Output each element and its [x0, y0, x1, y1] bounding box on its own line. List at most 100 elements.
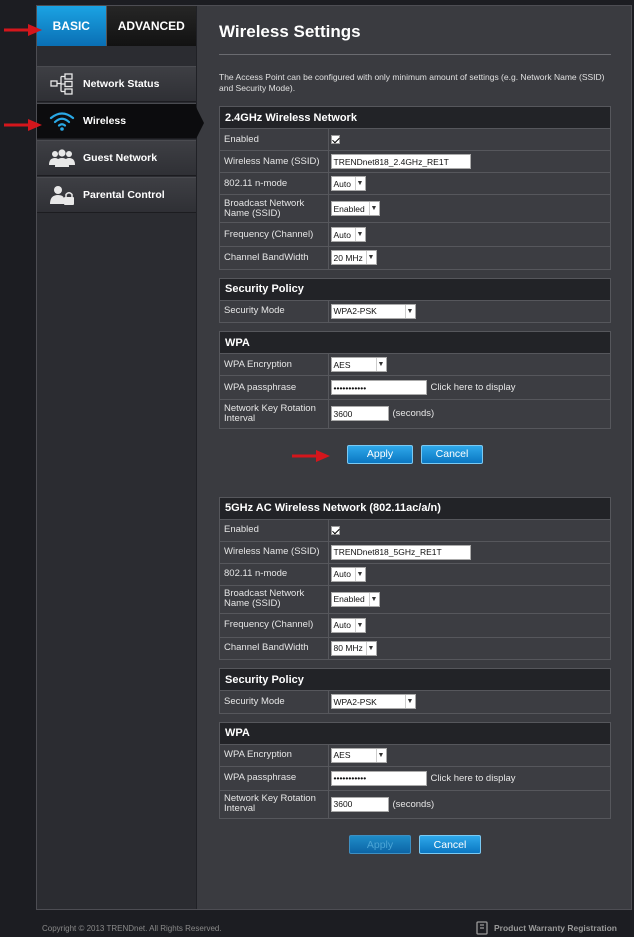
wpa-encryption-select[interactable]: AES ▼ — [330, 357, 387, 372]
sidebar-item-network-status[interactable]: Network Status — [37, 66, 196, 102]
key-rotation-label: Network Key Rotation Interval — [220, 399, 329, 428]
show-passphrase-link[interactable]: Click here to display — [431, 382, 516, 393]
chevron-down-icon: ▼ — [354, 228, 365, 241]
wifi-icon — [49, 110, 75, 132]
broadcast-select[interactable]: Enabled ▼ — [330, 201, 380, 216]
users-icon — [49, 147, 75, 169]
security-mode-select[interactable]: WPA2-PSK ▼ — [330, 303, 416, 319]
ssid-input[interactable]: TRENDnet818_2.4GHz_RE1T — [330, 154, 471, 169]
sidebar-item-label: Wireless — [83, 115, 127, 127]
select-value: Enabled — [333, 203, 365, 214]
main-content: Wireless Settings The Access Point can b… — [219, 6, 611, 854]
settings-table: Security Mode WPA2-PSK ▼ — [220, 690, 610, 713]
tab-advanced[interactable]: ADVANCED — [105, 6, 196, 46]
sidebar-item-label: Network Status — [83, 78, 160, 90]
select-value: Auto — [333, 229, 352, 240]
warranty-registration-link[interactable]: Product Warranty Registration — [476, 921, 617, 935]
settings-table: Enabled Wireless Name (SSID) TRENDnet818_… — [220, 128, 610, 269]
wpa-encryption-select[interactable]: AES ▼ — [330, 747, 387, 763]
select-value: WPA2-PSK — [333, 306, 377, 317]
ssid-input[interactable]: TRENDnet818_5GHz_RE1T — [330, 544, 471, 560]
warranty-icon — [476, 921, 488, 935]
copyright-text: Copyright © 2013 TRENDnet. All Rights Re… — [42, 924, 222, 933]
wpa-passphrase-label: WPA passphrase — [220, 375, 329, 400]
panel-wpa-24: WPA WPA Encryption AES ▼ WPA passphrase •••… — [219, 331, 611, 429]
title-divider — [219, 54, 611, 55]
annotation-arrow-icon — [4, 119, 42, 131]
wpa-passphrase-input[interactable]: ••••••••••• — [330, 380, 427, 395]
bandwidth-label: Channel BandWidth — [220, 246, 329, 269]
wpa-encryption-label: WPA Encryption — [220, 743, 329, 766]
n-mode-label: 802.11 n-mode — [220, 562, 329, 585]
key-rotation-input[interactable]: 3600 — [330, 796, 389, 812]
bandwidth-label: Channel BandWidth — [220, 636, 329, 659]
bandwidth-select[interactable]: 20 MHz ▼ — [330, 250, 377, 266]
select-value: Auto — [333, 569, 352, 579]
wpa-passphrase-input[interactable]: ••••••••••• — [330, 770, 427, 786]
settings-table: Enabled Wireless Name (SSID) TRENDnet818_… — [220, 518, 610, 659]
sidebar-item-guest-network[interactable]: Guest Network — [37, 140, 196, 176]
panel-header: WPA — [220, 722, 610, 744]
broadcast-label: Broadcast Network Name (SSID) — [220, 584, 329, 613]
select-value: Auto — [333, 178, 352, 189]
frequency-select[interactable]: Auto ▼ — [330, 227, 366, 242]
chevron-down-icon: ▼ — [368, 592, 379, 606]
warranty-label: Product Warranty Registration — [494, 923, 617, 933]
chevron-down-icon: ▼ — [375, 748, 386, 762]
n-mode-select[interactable]: Auto ▼ — [330, 176, 366, 191]
security-mode-label: Security Mode — [220, 299, 329, 322]
panel-security-policy-24: Security Policy Security Mode WPA2-PSK ▼ — [219, 277, 611, 323]
cancel-button-5[interactable]: Cancel — [419, 835, 481, 854]
select-value: 20 MHz — [333, 252, 363, 263]
sidebar-item-label: Guest Network — [83, 152, 158, 164]
select-value: AES — [333, 750, 351, 760]
sidebar: BASIC ADVANCED Network Status Wireless G… — [37, 6, 204, 909]
enabled-checkbox[interactable] — [330, 135, 340, 144]
enabled-label: Enabled — [220, 128, 329, 151]
select-value: WPA2-PSK — [333, 696, 377, 707]
chevron-down-icon: ▼ — [365, 641, 376, 655]
select-value: Enabled — [333, 594, 365, 604]
cancel-button-24[interactable]: Cancel — [421, 444, 483, 464]
apply-button-24[interactable]: Apply — [347, 444, 413, 464]
key-rotation-label: Network Key Rotation Interval — [220, 789, 329, 818]
select-value: 80 MHz — [333, 643, 363, 654]
intro-text: The Access Point can be configured with … — [219, 72, 605, 93]
mode-tabs: BASIC ADVANCED — [37, 6, 196, 46]
seconds-unit: (seconds) — [392, 798, 435, 810]
chevron-down-icon: ▼ — [354, 567, 365, 581]
ssid-label: Wireless Name (SSID) — [220, 150, 329, 173]
wpa-passphrase-label: WPA passphrase — [220, 765, 329, 790]
sidebar-item-wireless[interactable]: Wireless — [37, 103, 204, 139]
frequency-select[interactable]: Auto ▼ — [330, 617, 366, 633]
sidebar-item-parental-control[interactable]: Parental Control — [37, 177, 196, 213]
enabled-checkbox[interactable] — [330, 525, 340, 535]
network-tree-icon — [49, 73, 75, 95]
tab-basic[interactable]: BASIC — [37, 6, 106, 46]
security-mode-select[interactable]: WPA2-PSK ▼ — [330, 694, 416, 710]
frequency-label: Frequency (Channel) — [220, 612, 329, 637]
settings-table: WPA Encryption AES ▼ WPA passphrase •••••••… — [220, 743, 610, 818]
chevron-down-icon: ▼ — [375, 358, 386, 371]
broadcast-select[interactable]: Enabled ▼ — [330, 591, 380, 607]
user-lock-icon — [49, 184, 75, 206]
annotation-arrow-icon — [292, 450, 330, 462]
page-title: Wireless Settings — [219, 22, 361, 41]
bandwidth-select[interactable]: 80 MHz ▼ — [330, 640, 377, 656]
chevron-down-icon: ▼ — [365, 251, 376, 265]
sidebar-nav: Network Status Wireless Guest Network Pa… — [37, 66, 204, 213]
ssid-label: Wireless Name (SSID) — [220, 540, 329, 563]
apply-button-5[interactable]: Apply — [349, 835, 411, 854]
security-mode-label: Security Mode — [220, 690, 329, 713]
n-mode-label: 802.11 n-mode — [220, 172, 329, 195]
sidebar-item-label: Parental Control — [83, 189, 165, 201]
chevron-down-icon: ▼ — [354, 177, 365, 190]
chevron-down-icon: ▼ — [354, 618, 365, 632]
key-rotation-input[interactable]: 3600 — [330, 406, 389, 422]
seconds-unit: (seconds) — [392, 408, 435, 420]
chevron-down-icon: ▼ — [404, 304, 415, 318]
enabled-label: Enabled — [220, 518, 329, 541]
show-passphrase-link[interactable]: Click here to display — [431, 773, 516, 784]
button-row-24: Apply Cancel — [219, 444, 611, 464]
n-mode-select[interactable]: Auto ▼ — [330, 566, 366, 582]
